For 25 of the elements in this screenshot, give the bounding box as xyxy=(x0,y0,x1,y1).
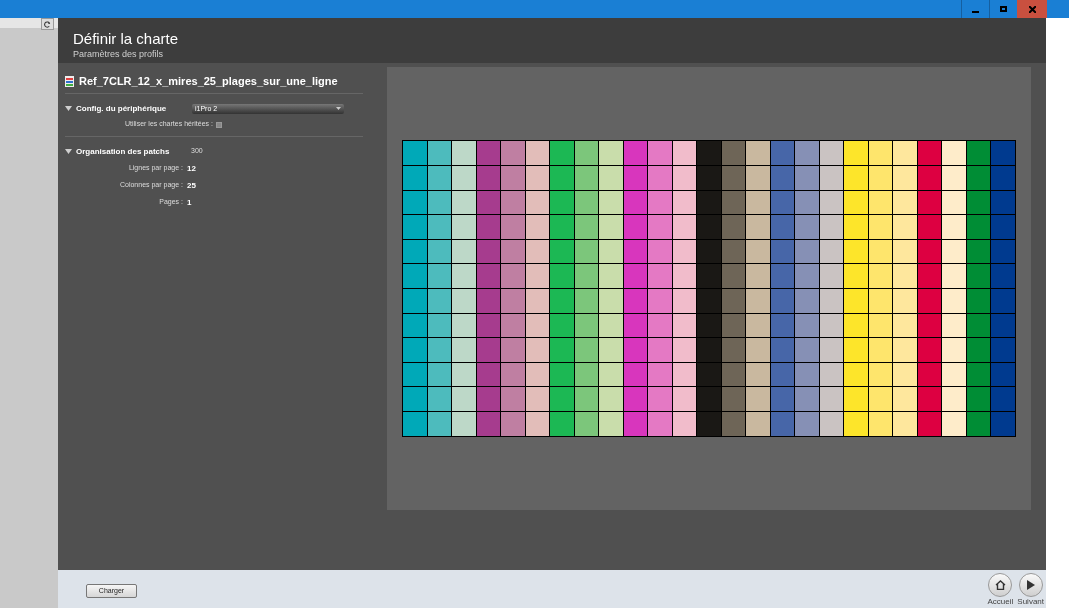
section-label: Config. du périphérique xyxy=(76,102,168,115)
disclosure-triangle-icon[interactable] xyxy=(65,148,72,155)
next-button[interactable] xyxy=(1018,572,1043,597)
close-icon xyxy=(1028,5,1036,13)
chart-name: Ref_7CLR_12_x_mires_25_plages_sur_une_ligne xyxy=(79,74,338,89)
restore-icon xyxy=(1000,6,1007,12)
next-caption: Suivant xyxy=(1017,596,1044,606)
field-value: 1 xyxy=(187,196,192,209)
field-value: 12 xyxy=(187,162,196,175)
inherit-checkbox[interactable] xyxy=(215,121,222,128)
chart-file-icon xyxy=(65,75,74,87)
home-icon xyxy=(994,579,1006,590)
home-button[interactable] xyxy=(988,572,1013,597)
minimize-icon xyxy=(972,10,979,13)
section-label: Organisation des patchs xyxy=(76,145,171,158)
refresh-button[interactable] xyxy=(41,18,54,30)
field-value: 25 xyxy=(187,179,196,192)
close-button[interactable] xyxy=(1017,0,1047,18)
page-subtitle: Paramètres des profils xyxy=(73,49,165,60)
play-icon xyxy=(1026,579,1036,590)
disclosure-triangle-icon[interactable] xyxy=(65,105,72,112)
home-caption: Accueil xyxy=(987,596,1014,606)
caret-icon xyxy=(336,107,341,110)
refresh-icon xyxy=(44,20,51,28)
page-title: Définir la charte xyxy=(73,30,180,47)
